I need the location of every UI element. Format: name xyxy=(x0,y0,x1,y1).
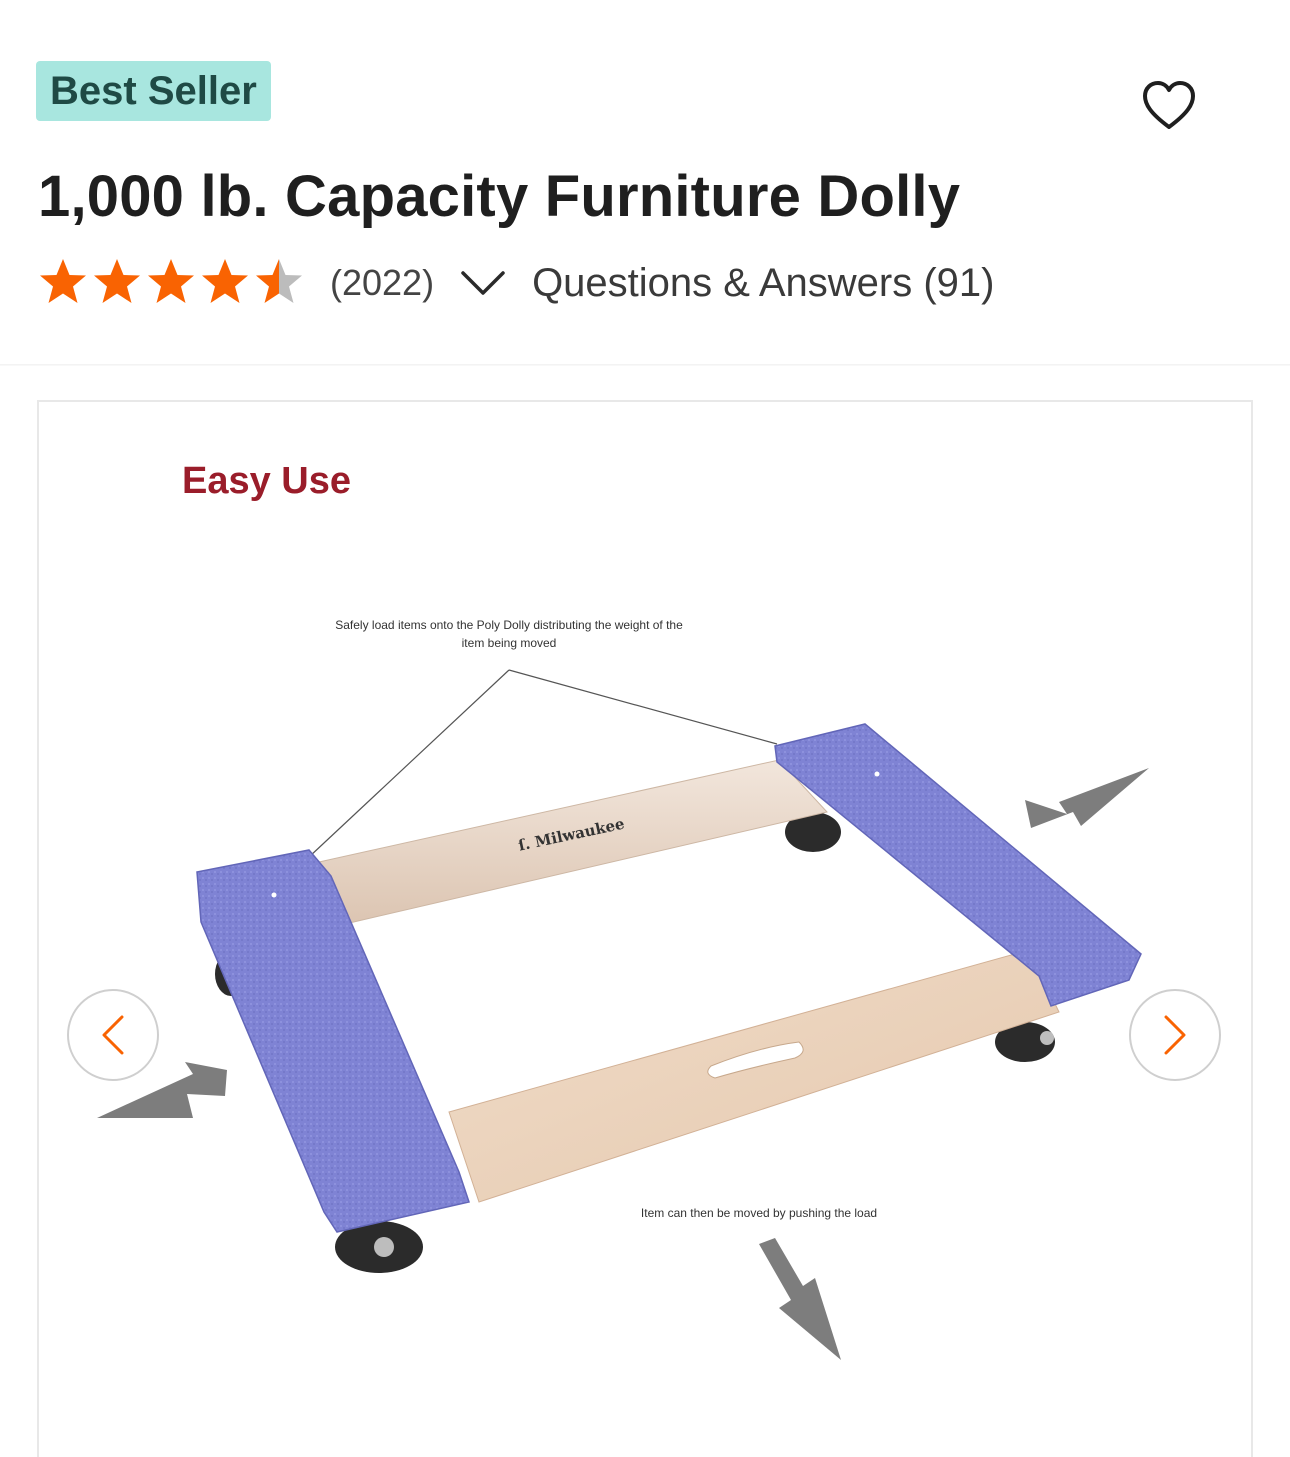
product-image-gallery: ſ. Milwaukee Easy Use Safely load items … xyxy=(37,400,1253,1457)
star-icon xyxy=(256,259,302,303)
section-divider xyxy=(0,364,1290,366)
chevron-down-icon[interactable] xyxy=(460,268,506,298)
previous-image-button[interactable] xyxy=(67,989,159,1081)
product-image[interactable]: ſ. Milwaukee xyxy=(39,402,1253,1457)
star-rating[interactable] xyxy=(36,256,306,310)
star-icon xyxy=(148,259,194,303)
chevron-left-icon xyxy=(102,1015,124,1055)
star-icon xyxy=(94,259,140,303)
rating-row: (2022) Questions & Answers (91) xyxy=(36,255,994,311)
star-icon xyxy=(202,259,248,303)
review-count-link[interactable]: (2022) xyxy=(330,262,434,304)
heart-outline-icon[interactable] xyxy=(1140,78,1198,132)
product-title: 1,000 lb. Capacity Furniture Dolly xyxy=(38,164,961,229)
image-caption-bottom: Item can then be moved by pushing the lo… xyxy=(640,1206,878,1220)
star-icon xyxy=(40,259,86,303)
image-heading: Easy Use xyxy=(182,460,352,502)
questions-answers-link[interactable]: Questions & Answers (91) xyxy=(532,261,994,306)
product-page: Best Seller 1,000 lb. Capacity Furniture… xyxy=(0,0,1290,1457)
chevron-right-icon xyxy=(1164,1015,1186,1055)
image-caption-top: Safely load items onto the Poly Dolly di… xyxy=(335,618,683,650)
best-seller-badge: Best Seller xyxy=(36,61,271,121)
next-image-button[interactable] xyxy=(1129,989,1221,1081)
